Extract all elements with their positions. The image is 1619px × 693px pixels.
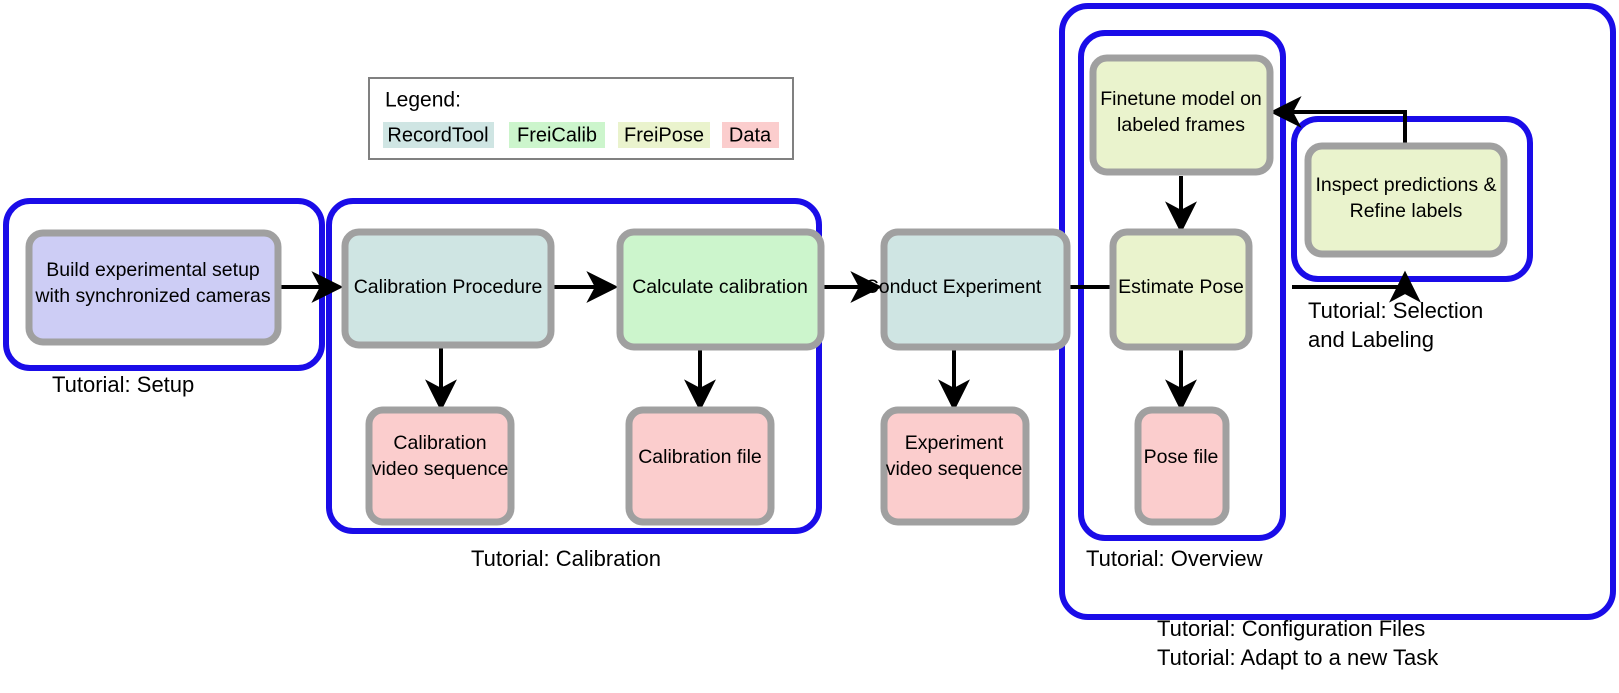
group-label-selection-line2: and Labeling (1308, 327, 1434, 352)
node-label-build-setup-line1: Build experimental setup (46, 259, 260, 281)
group-label-config-line1: Tutorial: Configuration Files (1157, 616, 1425, 641)
group-label-selection-line1: Tutorial: Selection (1308, 298, 1483, 323)
node-label-estimate-pose: Estimate Pose (1118, 276, 1244, 298)
legend-label-recordtool: RecordTool (387, 124, 488, 146)
node-conduct-experiment[interactable]: Conduct Experiment (865, 228, 1071, 351)
legend-item-data: Data (722, 122, 779, 148)
node-label-calibration-procedure: Calibration Procedure (354, 276, 543, 298)
node-inspect-refine[interactable]: Inspect predictions & Refine labels (1304, 142, 1508, 258)
node-build-experimental-setup[interactable]: Build experimental setup with synchroniz… (25, 229, 282, 346)
legend-label-freicalib: FreiCalib (517, 124, 597, 146)
node-label-calibvideo-line1: Calibration (393, 432, 486, 454)
node-label-expvideo-line1: Experiment (905, 432, 1004, 454)
node-label-conduct-experiment: Conduct Experiment (865, 276, 1042, 298)
legend-item-freicalib: FreiCalib (509, 122, 605, 148)
group-label-setup: Tutorial: Setup (52, 372, 194, 397)
legend-title: Legend: (385, 89, 461, 112)
diagram-canvas: Build experimental setup with synchroniz… (0, 0, 1619, 693)
workflow-diagram: Build experimental setup with synchroniz… (3, 3, 1616, 670)
node-finetune-model[interactable]: Finetune model on labeled frames (1089, 54, 1274, 176)
node-label-build-setup-line2: with synchronized cameras (34, 285, 270, 307)
legend-label-freipose: FreiPose (624, 124, 704, 146)
node-calibration-file[interactable]: Calibration file (625, 406, 775, 526)
node-estimate-pose[interactable]: Estimate Pose (1109, 228, 1253, 351)
legend-item-recordtool: RecordTool (383, 122, 494, 148)
node-label-finetune-line2: labeled frames (1117, 114, 1245, 136)
node-calculate-calibration[interactable]: Calculate calibration (616, 228, 825, 351)
node-label-pose-file: Pose file (1144, 446, 1219, 468)
node-label-inspect-line2: Refine labels (1350, 200, 1463, 222)
node-label-calculate-calibration: Calculate calibration (632, 276, 808, 298)
legend-item-freipose: FreiPose (618, 122, 710, 148)
node-label-inspect-line1: Inspect predictions & (1315, 174, 1496, 196)
node-label-finetune-line1: Finetune model on (1100, 88, 1262, 110)
node-label-calibvideo-line2: video sequence (372, 458, 509, 480)
node-pose-file[interactable]: Pose file (1134, 406, 1230, 526)
group-label-config-line2: Tutorial: Adapt to a new Task (1157, 645, 1439, 670)
node-calibration-video-sequence[interactable]: Calibration video sequence (365, 406, 515, 526)
legend: Legend: RecordTool FreiCalib FreiPose Da… (368, 77, 794, 160)
node-label-calibration-file: Calibration file (638, 446, 762, 468)
node-experiment-video-sequence[interactable]: Experiment video sequence (880, 406, 1030, 526)
group-label-calibration: Tutorial: Calibration (471, 546, 661, 571)
node-calibration-procedure[interactable]: Calibration Procedure (341, 228, 555, 349)
group-label-overview: Tutorial: Overview (1086, 546, 1263, 571)
legend-label-data: Data (729, 124, 772, 146)
node-label-expvideo-line2: video sequence (886, 458, 1023, 480)
